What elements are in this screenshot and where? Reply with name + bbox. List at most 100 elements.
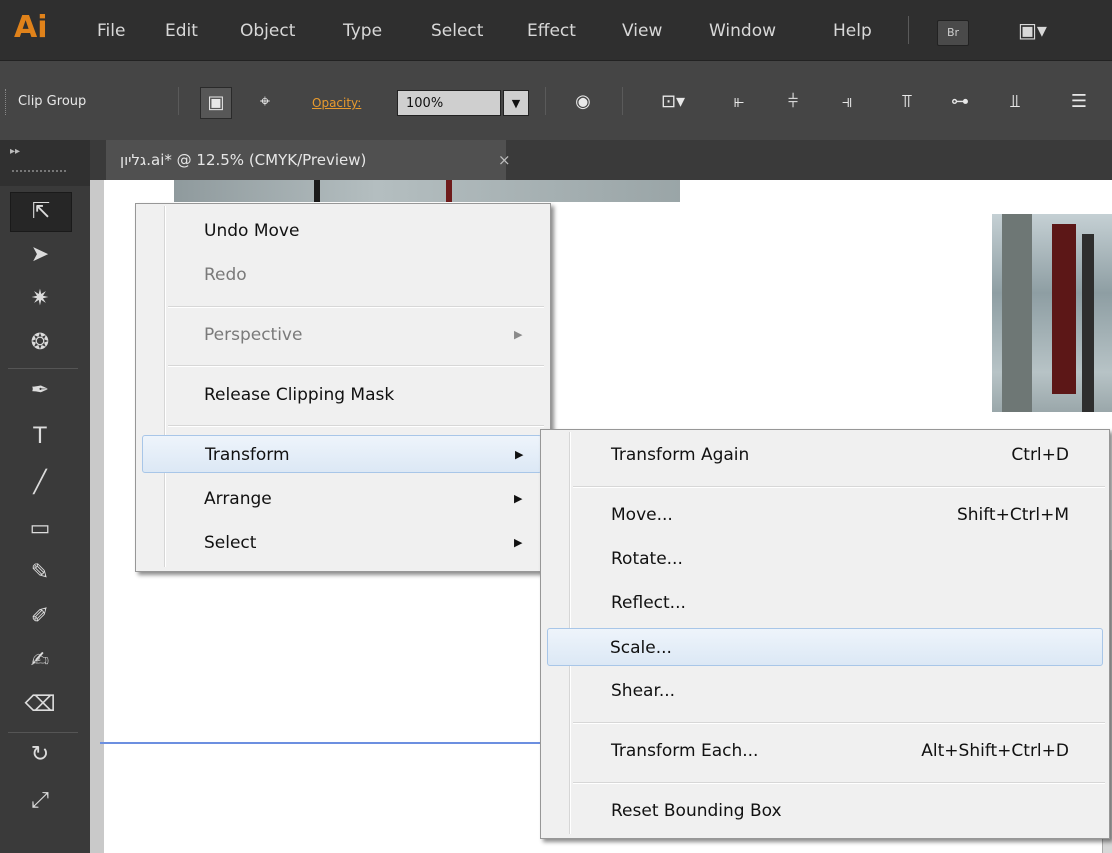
menu-item-label: Transform Again <box>611 445 750 465</box>
menu-item-select[interactable]: Select ▶ <box>138 524 548 562</box>
arrange-documents-icon[interactable]: ▣▾ <box>1018 18 1068 44</box>
selection-guide-line <box>100 742 550 744</box>
menu-item-scale[interactable]: Scale... <box>547 628 1103 666</box>
horizontal-align-left-icon[interactable]: ⫦ <box>724 87 754 117</box>
menu-item-label: Release Clipping Mask <box>204 385 395 405</box>
blob-brush-tool-icon[interactable]: ✍ <box>10 642 70 680</box>
menu-item-release-clipping-mask[interactable]: Release Clipping Mask <box>138 376 548 414</box>
scale-tool-icon[interactable]: ⤢ <box>10 782 70 820</box>
vertical-align-bottom-icon[interactable]: ⫫ <box>1000 87 1030 117</box>
menu-type[interactable]: Type <box>343 20 382 42</box>
menu-separator <box>573 722 1105 724</box>
menu-item-shortcut: Shift+Ctrl+M <box>956 505 1069 525</box>
horizontal-align-right-icon[interactable]: ⫣ <box>832 87 862 117</box>
control-panel: Clip Group ▣ ⌖ Opacity: 100% ▼ ◉ ⊡▾ ⫦ ⫩ … <box>0 60 1112 142</box>
menu-item-rotate[interactable]: Rotate... <box>543 540 1107 578</box>
opacity-label[interactable]: Opacity: <box>312 96 361 110</box>
menu-separator <box>573 486 1105 488</box>
line-segment-tool-icon[interactable]: ╱ <box>10 464 70 502</box>
image-detail <box>1082 234 1094 412</box>
direct-selection-tool-icon[interactable]: ➤ <box>10 236 70 274</box>
menu-separator <box>168 425 544 427</box>
selection-type-label: Clip Group <box>18 94 87 109</box>
control-divider <box>178 87 179 115</box>
lasso-tool-icon[interactable]: ❂ <box>10 324 70 362</box>
image-detail <box>1002 214 1032 412</box>
menu-separator <box>168 365 544 367</box>
paintbrush-tool-icon[interactable]: ✎ <box>10 554 70 592</box>
close-tab-icon[interactable]: × <box>498 140 511 180</box>
edit-clipping-path-icon[interactable]: ▣ <box>200 87 232 119</box>
menu-item-label: Reflect... <box>611 593 686 613</box>
vertical-align-top-icon[interactable]: ⫪ <box>892 87 922 117</box>
control-divider <box>622 87 623 115</box>
menu-window[interactable]: Window <box>709 20 776 42</box>
submenu-arrow-icon: ▶ <box>514 328 523 341</box>
menu-separator <box>573 782 1105 784</box>
align-to-selection-icon[interactable]: ⊡▾ <box>648 87 698 117</box>
magic-wand-tool-icon[interactable]: ✷ <box>10 280 70 318</box>
menu-divider <box>908 16 909 44</box>
pencil-tool-icon[interactable]: ✐ <box>10 598 70 636</box>
selection-tool-icon[interactable]: ⇱ <box>10 192 72 232</box>
menu-help[interactable]: Help <box>833 20 872 42</box>
tools-panel-header: ▸▸ <box>0 140 90 186</box>
placed-image-top[interactable] <box>174 180 680 202</box>
edit-contents-icon[interactable]: ⌖ <box>250 87 280 117</box>
menu-item-reset-bounding-box[interactable]: Reset Bounding Box <box>543 792 1107 830</box>
menu-edit[interactable]: Edit <box>165 20 198 42</box>
opacity-dropdown-icon[interactable]: ▼ <box>503 90 529 116</box>
collapse-panel-icon[interactable]: ▸▸ <box>10 146 20 157</box>
menu-item-transform[interactable]: Transform ▶ <box>142 435 542 473</box>
context-menu: Undo Move Redo Perspective ▶ Release Cli… <box>135 203 551 572</box>
menu-item-transform-each[interactable]: Transform Each... Alt+Shift+Ctrl+D <box>543 732 1107 770</box>
recolor-artwork-icon[interactable]: ◉ <box>568 87 598 117</box>
menu-item-label: Move... <box>611 505 673 525</box>
menu-select[interactable]: Select <box>431 20 483 42</box>
vertical-align-center-icon[interactable]: ⊶ <box>945 87 975 117</box>
opacity-input[interactable]: 100% <box>397 90 501 116</box>
menu-item-undo-move[interactable]: Undo Move <box>138 212 548 250</box>
menu-item-reflect[interactable]: Reflect... <box>543 584 1107 622</box>
illustrator-logo: Ai <box>14 10 48 45</box>
menu-item-transform-again[interactable]: Transform Again Ctrl+D <box>543 436 1107 474</box>
menu-item-label: Transform Each... <box>611 741 759 761</box>
menu-effect[interactable]: Effect <box>527 20 576 42</box>
menu-item-shortcut: Alt+Shift+Ctrl+D <box>921 741 1069 761</box>
type-tool-icon[interactable]: T <box>10 418 70 456</box>
tools-panel: ▸▸ ⇱ ➤ ✷ ❂ ✒ T ╱ ▭ ✎ ✐ ✍ ⌫ ↻ ⤢ <box>0 140 91 853</box>
menu-item-shortcut: Ctrl+D <box>1011 445 1069 465</box>
menu-item-perspective: Perspective ▶ <box>138 316 548 354</box>
menu-item-label: Rotate... <box>611 549 683 569</box>
menu-item-label: Arrange <box>204 489 272 509</box>
menu-item-label: Perspective <box>204 325 303 345</box>
rotate-tool-icon[interactable]: ↻ <box>10 736 70 774</box>
menu-view[interactable]: View <box>622 20 662 42</box>
tool-divider <box>8 732 78 733</box>
menu-item-label: Shear... <box>611 681 676 701</box>
panel-grip[interactable] <box>12 170 66 174</box>
menu-item-shear[interactable]: Shear... <box>543 672 1107 710</box>
menu-item-arrange[interactable]: Arrange ▶ <box>138 480 548 518</box>
bridge-button[interactable]: Br <box>937 20 969 46</box>
horizontal-align-center-icon[interactable]: ⫩ <box>778 87 808 117</box>
application-menu-bar: Ai File Edit Object Type Select Effect V… <box>0 0 1112 60</box>
menu-item-label: Undo Move <box>204 221 300 241</box>
submenu-arrow-icon: ▶ <box>514 536 523 549</box>
submenu-arrow-icon: ▶ <box>515 448 524 461</box>
document-tab[interactable]: גליון.ai* @ 12.5% (CMYK/Preview) × <box>106 140 511 180</box>
image-detail <box>1052 224 1076 394</box>
distribute-icon[interactable]: ☰ <box>1064 87 1094 117</box>
menu-object[interactable]: Object <box>240 20 295 42</box>
placed-image-right[interactable] <box>992 214 1112 412</box>
menu-item-move[interactable]: Move... Shift+Ctrl+M <box>543 496 1107 534</box>
menu-item-label: Reset Bounding Box <box>611 801 782 821</box>
eraser-tool-icon[interactable]: ⌫ <box>10 686 70 724</box>
pen-tool-icon[interactable]: ✒ <box>10 372 70 410</box>
menu-item-label: Select <box>204 533 257 553</box>
menu-file[interactable]: File <box>97 20 125 42</box>
rectangle-tool-icon[interactable]: ▭ <box>10 510 70 548</box>
control-divider <box>545 87 546 115</box>
menu-item-redo: Redo <box>138 256 548 294</box>
panel-grip[interactable] <box>5 89 9 115</box>
